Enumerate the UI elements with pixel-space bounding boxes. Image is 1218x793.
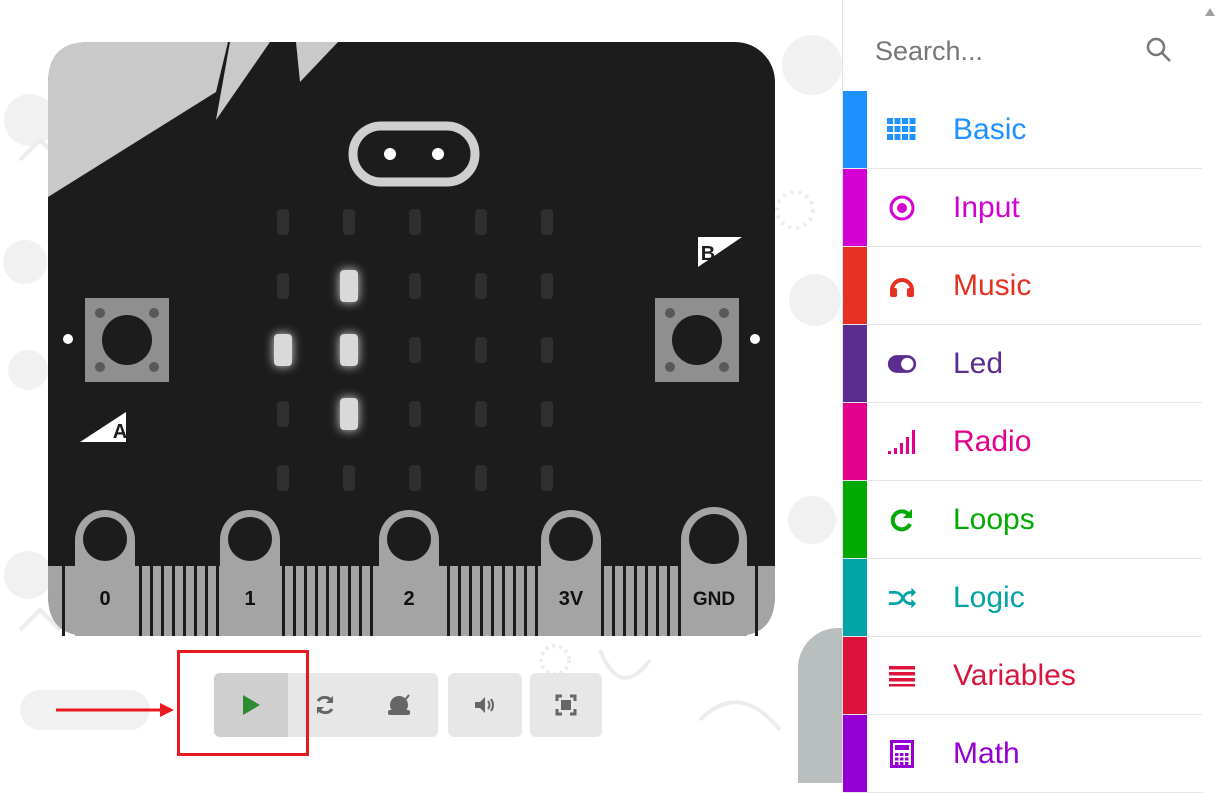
signal-icon [887, 427, 917, 457]
category-loops[interactable]: Loops [843, 481, 1203, 559]
category-logic[interactable]: Logic [843, 559, 1203, 637]
led-3-0 [277, 401, 289, 427]
category-color-stripe [843, 637, 867, 714]
category-music[interactable]: Music [843, 247, 1203, 325]
pin-label: GND [693, 589, 735, 610]
slow-mo-button[interactable] [362, 673, 436, 737]
led-3-2 [409, 401, 421, 427]
led-0-1 [343, 209, 355, 235]
category-radio[interactable]: Radio [843, 403, 1203, 481]
category-color-stripe [843, 715, 867, 792]
pin-2[interactable]: 2 [379, 510, 439, 636]
pin-label: 3V [559, 588, 584, 610]
toggle-icon [887, 349, 917, 379]
microbit-board[interactable]: A B 0 1 2 3V GND [48, 42, 775, 636]
category-color-stripe [843, 169, 867, 246]
category-color-stripe [843, 403, 867, 480]
led-1-4 [541, 273, 553, 299]
category-label: Variables [953, 658, 1076, 692]
led-4-3 [475, 465, 487, 491]
volume-icon [475, 697, 494, 713]
toolbox-panel: Basic Input Music Led Radio Loops Logic Variabl… [842, 0, 1203, 793]
led-0-3 [475, 209, 487, 235]
search-input[interactable] [873, 30, 1127, 72]
category-variables[interactable]: Variables [843, 637, 1203, 715]
led-1-2 [409, 273, 421, 299]
headphones-icon [887, 271, 917, 301]
category-label: Loops [953, 502, 1035, 536]
play-highlight-box [177, 650, 309, 756]
fullscreen-button[interactable] [530, 673, 602, 737]
led-0-4 [541, 209, 553, 235]
category-label: Logic [953, 580, 1025, 614]
led-2-2 [409, 337, 421, 363]
pin-0[interactable]: 0 [75, 510, 135, 636]
mute-group [448, 673, 522, 737]
simulator-panel: A B 0 1 2 3V GND [0, 0, 842, 783]
led-4-1 [343, 465, 355, 491]
button-b-label: B [701, 243, 715, 265]
category-color-stripe [843, 325, 867, 402]
refresh-icon [316, 695, 334, 715]
target-icon [887, 193, 917, 223]
button-a-label: A [113, 421, 127, 443]
category-label: Led [953, 346, 1004, 380]
pin-1[interactable]: 1 [220, 510, 280, 636]
led-2-4 [541, 337, 553, 363]
led-4-4 [541, 465, 553, 491]
shuffle-icon [887, 583, 917, 613]
scroll-up-arrow[interactable] [1205, 8, 1215, 16]
category-led[interactable]: Led [843, 325, 1203, 403]
pointer-arrow [56, 703, 174, 717]
category-basic[interactable]: Basic [843, 91, 1203, 169]
led-0-2 [409, 209, 421, 235]
fullscreen-group [530, 673, 602, 737]
fullscreen-icon [555, 694, 577, 716]
led-0-0 [277, 209, 289, 235]
led-1-3 [475, 273, 487, 299]
category-label: Radio [953, 424, 1032, 458]
loop-icon [887, 505, 917, 535]
category-math[interactable]: Math [843, 715, 1203, 793]
category-color-stripe [843, 559, 867, 636]
toolbox-search [843, 14, 1203, 90]
pin-label: 0 [99, 588, 110, 610]
pin-3v[interactable]: 3V [541, 510, 601, 636]
led-1-0 [277, 273, 289, 299]
category-list: Basic Input Music Led Radio Loops Logic Variabl… [843, 91, 1203, 793]
category-label: Input [953, 190, 1020, 224]
grid-icon [887, 115, 917, 145]
led-4-0 [277, 465, 289, 491]
led-3-1 [340, 398, 358, 430]
category-color-stripe [843, 91, 867, 168]
category-input[interactable]: Input [843, 169, 1203, 247]
category-color-stripe [843, 481, 867, 558]
led-3-4 [541, 401, 553, 427]
led-1-1 [340, 270, 358, 302]
toolbox-scrollbar[interactable] [1202, 0, 1218, 783]
led-4-2 [409, 465, 421, 491]
category-color-stripe [843, 247, 867, 324]
category-label: Basic [953, 112, 1027, 146]
pin-gnd[interactable]: GND [681, 507, 747, 636]
search-icon[interactable] [1145, 36, 1173, 64]
led-2-1 [340, 334, 358, 366]
pin-label: 2 [403, 588, 414, 610]
pin-label: 1 [244, 588, 255, 610]
snail-icon [388, 694, 410, 715]
led-2-3 [475, 337, 487, 363]
category-label: Math [953, 736, 1020, 770]
led-2-0 [274, 334, 292, 366]
lines-icon [887, 661, 917, 691]
mute-button[interactable] [448, 673, 522, 737]
category-label: Music [953, 268, 1032, 302]
calculator-icon [887, 739, 917, 769]
led-3-3 [475, 401, 487, 427]
